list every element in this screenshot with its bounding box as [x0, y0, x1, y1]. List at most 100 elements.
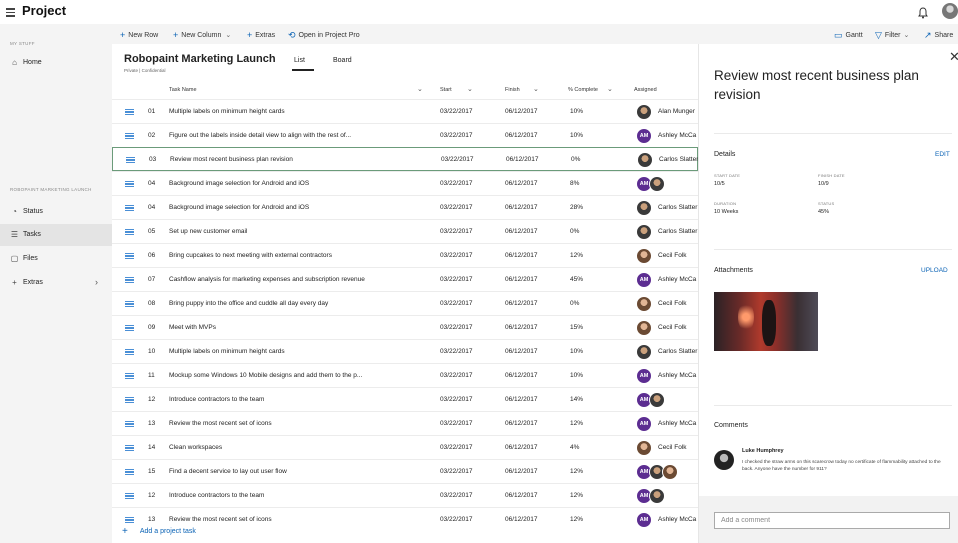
assignee-avatar[interactable] [636, 296, 652, 312]
nav-item-extras[interactable]: + Extras › [0, 272, 112, 294]
task-row[interactable]: 07 Cashflow analysis for marketing expens… [112, 267, 698, 291]
task-number: 05 [148, 228, 156, 235]
column-header-assigned[interactable]: Assigned [634, 87, 657, 93]
task-name[interactable]: Background image selection for Android a… [169, 204, 309, 211]
column-header-start[interactable]: Start [440, 87, 452, 93]
task-name[interactable]: Multiple labels on minimum height cards [169, 108, 285, 115]
task-finish: 06/12/2017 [505, 204, 538, 211]
attachment-thumbnail[interactable] [714, 292, 818, 351]
new-row-button[interactable]: + New Row [120, 29, 158, 40]
task-row[interactable]: 15 Find a decent service to lay out user … [112, 459, 698, 483]
divider [714, 249, 952, 250]
task-row[interactable]: 10 Multiple labels on minimum height card… [112, 339, 698, 363]
assignee-avatar[interactable] [636, 320, 652, 336]
assignee-avatar[interactable] [649, 488, 665, 504]
task-name[interactable]: Meet with MVPs [169, 324, 216, 331]
finish-date-label: FINISH DATE [818, 173, 845, 178]
task-assignee: Carlos Slatter [659, 156, 699, 163]
assignee-avatar[interactable]: AM [636, 512, 652, 528]
task-start: 03/22/2017 [440, 204, 473, 211]
tab-board[interactable]: Board [333, 57, 352, 64]
task-row[interactable]: 12 Introduce contractors to the team 03/22… [112, 483, 698, 507]
assignee-avatar[interactable] [636, 248, 652, 264]
assignee-avatar[interactable] [636, 200, 652, 216]
nav-item-tasks[interactable]: ☰ Tasks [0, 224, 112, 246]
column-header-task-name[interactable]: Task Name [169, 87, 197, 93]
task-row[interactable]: 08 Bring puppy into the office and cuddle… [112, 291, 698, 315]
add-comment-input[interactable] [714, 512, 950, 529]
open-in-project-pro-button[interactable]: ⟲ Open in Project Pro [288, 29, 360, 40]
task-assignee: Ashley McCa [658, 132, 697, 139]
app-launcher-icon[interactable] [6, 7, 16, 17]
task-row[interactable]: 04 Background image selection for Android… [112, 171, 698, 195]
task-assignee: Cecil Folk [658, 444, 687, 451]
edit-link[interactable]: EDIT [935, 151, 950, 158]
task-row[interactable]: 12 Introduce contractors to the team 03/22… [112, 387, 698, 411]
task-name[interactable]: Find a decent service to lay out user fl… [169, 468, 287, 475]
chevron-down-icon[interactable]: ⌄ [467, 85, 473, 93]
assignee-avatar[interactable] [636, 440, 652, 456]
assignee-avatar[interactable]: AM [636, 128, 652, 144]
task-name[interactable]: Review most recent business plan revisio… [170, 156, 293, 163]
add-project-task-button[interactable]: + Add a project task [122, 525, 196, 537]
nav-item-status[interactable]: ◔ Status [0, 201, 112, 223]
share-button[interactable]: ↗ Share [924, 29, 953, 40]
task-row[interactable]: 01 Multiple labels on minimum height card… [112, 99, 698, 123]
task-name[interactable]: Introduce contractors to the team [169, 492, 264, 499]
task-row[interactable]: 13 Review the most recent set of icons 03/… [112, 507, 698, 531]
task-row[interactable]: 06 Bring cupcakes to next meeting with ex… [112, 243, 698, 267]
task-name[interactable]: Mockup some Windows 10 Mobile designs an… [169, 372, 362, 379]
task-row[interactable]: 09 Meet with MVPs 03/22/2017 06/12/2017 15% C… [112, 315, 698, 339]
task-assignee: Carlos Slatter [658, 204, 698, 211]
task-name[interactable]: Bring cupcakes to next meeting with exte… [169, 252, 332, 259]
notification-bell-icon[interactable] [918, 6, 928, 19]
assignee-avatar[interactable]: AM [636, 272, 652, 288]
assignee-avatar[interactable] [636, 344, 652, 360]
task-name[interactable]: Bring puppy into the office and cuddle a… [169, 300, 328, 307]
new-column-button[interactable]: + New Column ⌄ [173, 29, 231, 40]
task-pct-complete: 0% [570, 300, 580, 307]
task-row[interactable]: 11 Mockup some Windows 10 Mobile designs … [112, 363, 698, 387]
task-row[interactable]: 04 Background image selection for Android… [112, 195, 698, 219]
task-row[interactable]: 14 Clean workspaces 03/22/2017 06/12/2017 4%… [112, 435, 698, 459]
task-row[interactable]: 03 Review most recent business plan revis… [112, 147, 698, 171]
task-row[interactable]: 13 Review the most recent set of icons 03/… [112, 411, 698, 435]
column-header-pct-complete[interactable]: % Complete [568, 87, 598, 93]
assignee-avatar[interactable] [637, 152, 653, 168]
close-icon[interactable]: ✕ [949, 49, 958, 65]
gantt-button[interactable]: ▭ Gantt [834, 29, 863, 40]
task-name[interactable]: Multiple labels on minimum height cards [169, 348, 285, 355]
task-row[interactable]: 05 Set up new customer email 03/22/2017 06/… [112, 219, 698, 243]
assignee-avatar[interactable]: AM [636, 368, 652, 384]
assignee-avatar[interactable] [636, 224, 652, 240]
chevron-down-icon[interactable]: ⌄ [607, 85, 613, 93]
user-avatar[interactable] [942, 3, 958, 19]
task-row[interactable]: 02 Figure out the labels inside detail vi… [112, 123, 698, 147]
chevron-down-icon[interactable]: ⌄ [533, 85, 539, 93]
task-assignee: Ashley McCa [658, 420, 697, 427]
nav-item-files[interactable]: ▢ Files [0, 248, 112, 270]
task-name[interactable]: Review the most recent set of icons [169, 516, 272, 523]
task-name[interactable]: Clean workspaces [169, 444, 222, 451]
task-assignee: Carlos Slatter [658, 348, 698, 355]
task-name[interactable]: Cashflow analysis for marketing expenses… [169, 276, 365, 283]
extras-button[interactable]: + Extras [247, 29, 275, 40]
task-name[interactable]: Set up new customer email [169, 228, 247, 235]
filter-button[interactable]: ▽ Filter ⌄ [875, 29, 909, 40]
column-header-finish[interactable]: Finish [505, 87, 520, 93]
task-finish: 06/12/2017 [505, 108, 538, 115]
nav-item-home[interactable]: ⌂ Home [0, 52, 112, 74]
task-name[interactable]: Figure out the labels inside detail view… [169, 132, 351, 139]
task-name[interactable]: Introduce contractors to the team [169, 396, 264, 403]
assignee-avatar[interactable] [649, 176, 665, 192]
chevron-down-icon[interactable]: ⌄ [417, 85, 423, 93]
task-name[interactable]: Background image selection for Android a… [169, 180, 309, 187]
task-name[interactable]: Review the most recent set of icons [169, 420, 272, 427]
assignee-avatar[interactable] [636, 104, 652, 120]
assignee-avatar[interactable] [662, 464, 678, 480]
task-pct-complete: 12% [570, 492, 584, 499]
upload-link[interactable]: UPLOAD [921, 267, 948, 274]
tab-list[interactable]: List [294, 57, 305, 64]
assignee-avatar[interactable] [649, 392, 665, 408]
assignee-avatar[interactable]: AM [636, 416, 652, 432]
